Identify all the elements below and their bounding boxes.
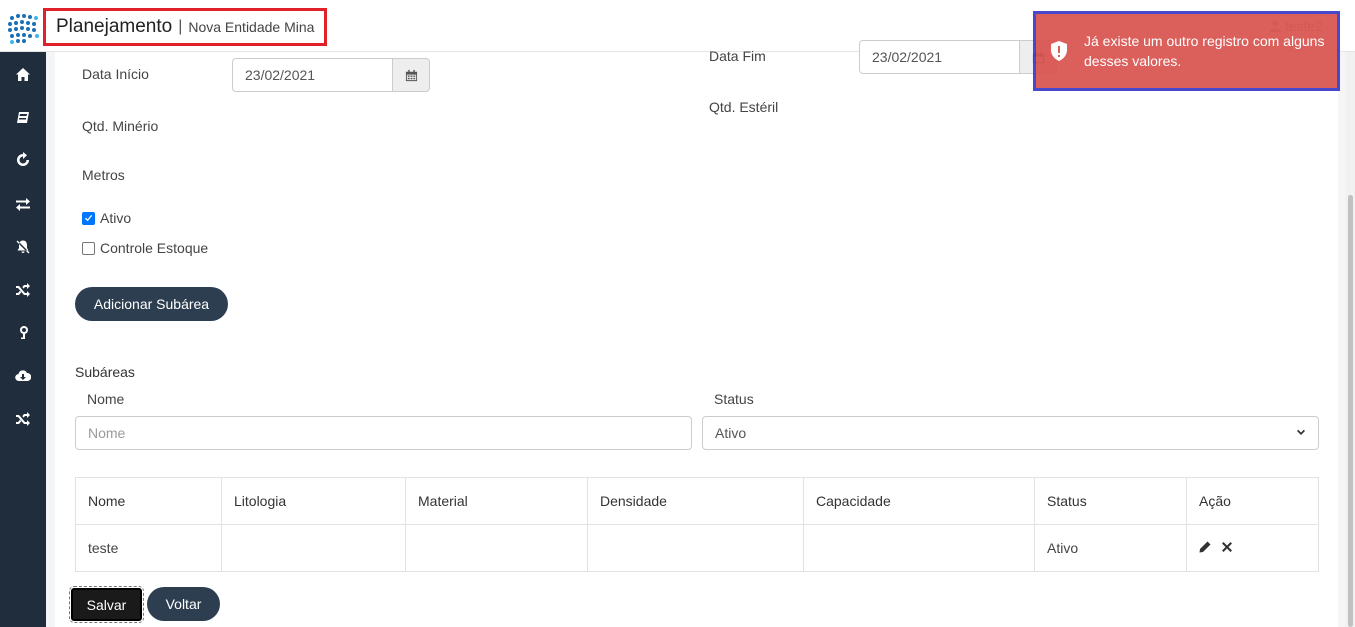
table-row: teste Ativo	[75, 524, 1319, 572]
title-separator: |	[178, 18, 183, 35]
checkbox-checked[interactable]	[82, 211, 95, 225]
chevron-down-icon	[1297, 429, 1305, 435]
toast-message: Já existe um outro registro com alguns d…	[1084, 33, 1325, 69]
status-selected-value: Ativo	[715, 425, 747, 441]
save-button[interactable]: Salvar	[69, 586, 144, 623]
checkbox-unchecked[interactable]	[82, 241, 95, 255]
bell-off-icon[interactable]	[0, 235, 46, 259]
data-fim-input[interactable]: 23/02/2021	[859, 40, 1020, 74]
add-subarea-button[interactable]: Adicionar Subárea	[75, 287, 228, 321]
subarea-nome-input[interactable]: Nome	[75, 416, 692, 450]
cell-material	[405, 524, 588, 572]
close-icon[interactable]	[1221, 541, 1233, 553]
data-inicio-calendar-button[interactable]	[392, 58, 430, 92]
controle-estoque-checkbox[interactable]: Controle Estoque	[82, 240, 208, 256]
shuffle-icon[interactable]	[0, 407, 46, 431]
cell-densidade	[587, 524, 804, 572]
page-subtitle: Nova Entidade Mina	[188, 19, 315, 35]
home-icon[interactable]	[0, 63, 46, 87]
ativo-label: Ativo	[100, 210, 132, 226]
data-fim-label: Data Fim	[709, 48, 766, 64]
data-inicio-input[interactable]: 23/02/2021	[232, 58, 393, 92]
scrollbar-thumb[interactable]	[1348, 195, 1353, 627]
column-header-material[interactable]: Material	[405, 477, 588, 525]
qtd-esteril-label: Qtd. Estéril	[709, 99, 779, 115]
subareas-title: Subáreas	[75, 364, 135, 380]
refresh-icon[interactable]	[0, 148, 46, 172]
cell-acao	[1186, 524, 1319, 572]
column-header-nome[interactable]: Nome	[75, 477, 222, 525]
column-header-capacidade[interactable]: Capacidade	[803, 477, 1035, 525]
column-header-acao: Ação	[1186, 477, 1319, 525]
metros-label: Metros	[82, 167, 125, 183]
app-logo[interactable]	[0, 0, 46, 52]
check-icon	[84, 214, 93, 221]
cloud-download-icon[interactable]	[0, 364, 46, 388]
table-header-row: Nome Litologia Material Densidade Capaci…	[75, 477, 1319, 525]
subarea-status-select[interactable]: Ativo	[702, 416, 1319, 450]
cell-nome: teste	[75, 524, 222, 572]
key-icon[interactable]	[0, 321, 46, 345]
pencil-icon[interactable]	[1199, 541, 1211, 553]
error-toast[interactable]: Já existe um outro registro com alguns d…	[1033, 11, 1340, 91]
controle-estoque-label: Controle Estoque	[100, 240, 209, 256]
cell-litologia	[221, 524, 406, 572]
data-inicio-label: Data Início	[82, 66, 149, 82]
back-button[interactable]: Voltar	[147, 587, 220, 621]
page-title: Planejamento | Nova Entidade Mina	[43, 8, 328, 46]
qtd-minerio-label: Qtd. Minério	[82, 118, 159, 134]
page-title-main: Planejamento	[56, 16, 173, 37]
sidebar	[0, 0, 46, 627]
subarea-status-label: Status	[714, 391, 754, 407]
column-header-status[interactable]: Status	[1034, 477, 1187, 525]
book-icon[interactable]	[0, 106, 46, 130]
shuffle-icon[interactable]	[0, 278, 46, 302]
calendar-icon	[405, 69, 417, 81]
shield-warning-icon	[1051, 41, 1067, 61]
exchange-icon[interactable]	[0, 192, 46, 216]
ativo-checkbox[interactable]: Ativo	[82, 210, 131, 226]
subareas-table: Nome Litologia Material Densidade Capaci…	[75, 477, 1319, 572]
cell-capacidade	[803, 524, 1035, 572]
subarea-nome-label: Nome	[87, 391, 125, 407]
cell-status: Ativo	[1034, 524, 1187, 572]
column-header-litologia[interactable]: Litologia	[221, 477, 406, 525]
logo-icon	[8, 14, 39, 44]
column-header-densidade[interactable]: Densidade	[587, 477, 804, 525]
